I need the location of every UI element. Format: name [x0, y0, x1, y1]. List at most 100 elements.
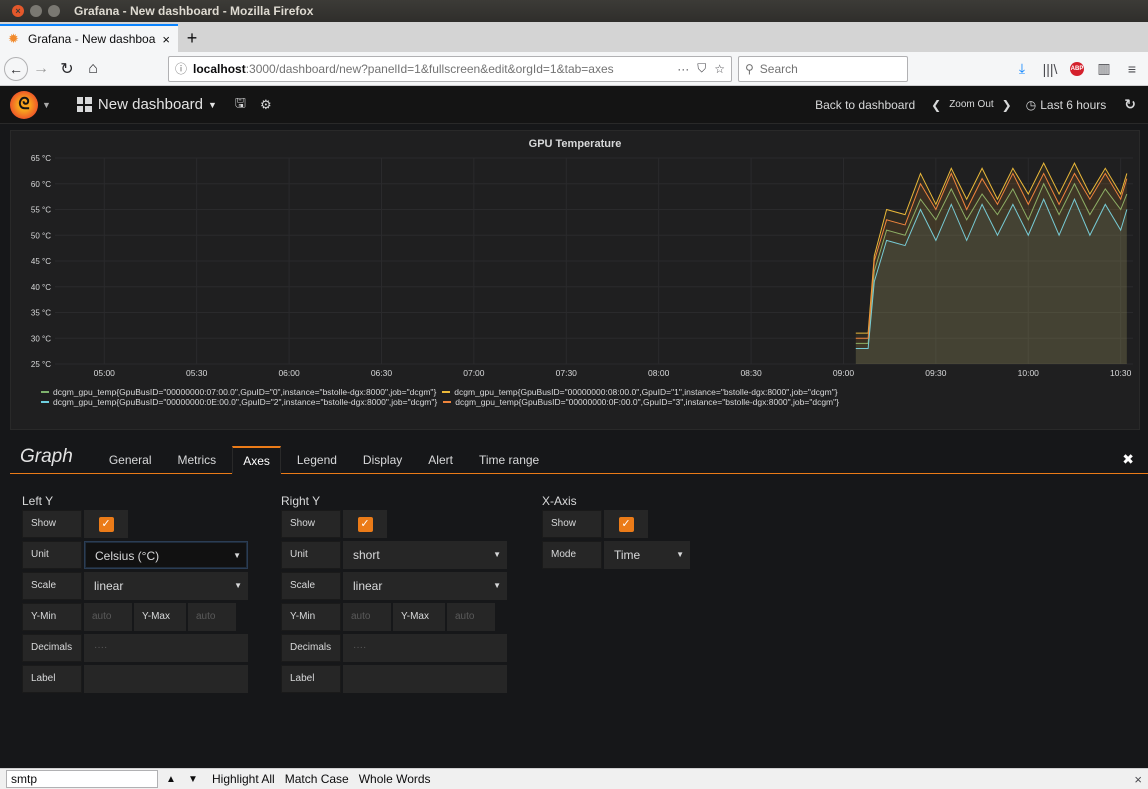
scale-value: linear [353, 579, 383, 593]
tab-axes[interactable]: Axes [232, 446, 281, 474]
browser-tab[interactable]: ✹ Grafana - New dashboar × [0, 24, 178, 52]
left-y-unit-select[interactable]: Celsius (°C) ▼ [84, 541, 248, 569]
grafana-nav-right: Back to dashboard ❮ Zoom Out ❯ ◷ Last 6 … [815, 96, 1148, 113]
x-axis-mode-select[interactable]: Time ▼ [604, 541, 690, 569]
x-tick-label: 08:00 [648, 368, 670, 378]
x-axis-show-row: Show ✓ [542, 510, 690, 538]
x-tick-label: 10:30 [1110, 368, 1132, 378]
close-icon[interactable]: ✖ [1122, 451, 1134, 468]
right-y-label-input[interactable] [343, 665, 507, 693]
right-y-max-input[interactable]: auto [447, 603, 495, 631]
gear-icon[interactable]: ⚙ [260, 97, 272, 113]
toolbar-icons: ⤓ |||\ ABP ▥ ≡ [1014, 60, 1148, 77]
tab-metrics[interactable]: Metrics [168, 447, 227, 473]
right-y-show-checkbox[interactable]: ✓ [343, 510, 387, 538]
pocket-icon[interactable]: ⛉ [697, 61, 706, 76]
right-y-scale-select[interactable]: linear ▼ [343, 572, 507, 600]
x-tick-label: 05:00 [94, 368, 116, 378]
search-input[interactable]: ⚲ Search [738, 55, 908, 82]
os-titlebar: × Grafana - New dashboard - Mozilla Fire… [0, 0, 1148, 22]
adblock-icon[interactable]: ABP [1070, 61, 1084, 76]
time-range-picker[interactable]: ◷ Last 6 hours [1026, 98, 1107, 112]
ymin-label: Y-Min [281, 603, 341, 631]
tab-legend[interactable]: Legend [287, 447, 347, 473]
editor-title: Graph [20, 446, 73, 467]
legend-label: dcgm_gpu_temp{GpuBusID="00000000:0F:00.0… [455, 397, 839, 407]
legend-item[interactable]: dcgm_gpu_temp{GpuBusID="00000000:07:00.0… [41, 387, 436, 397]
dashboard-picker[interactable]: New dashboard ▼ [76, 96, 217, 113]
show-label: Show [281, 510, 341, 538]
chevron-left-icon[interactable]: ❮ [931, 98, 941, 112]
mode-label: Mode [542, 541, 602, 569]
legend-item[interactable]: dcgm_gpu_temp{GpuBusID="00000000:0F:00.0… [443, 397, 839, 407]
reload-icon[interactable]: ↻ [54, 56, 80, 82]
find-input[interactable]: smtp [6, 770, 158, 788]
tab-alert[interactable]: Alert [418, 447, 463, 473]
tab-general[interactable]: General [99, 447, 162, 473]
left-y-label-input[interactable] [84, 665, 248, 693]
show-label: Show [22, 510, 82, 538]
right-y-decimals-row: Decimals ···· [281, 634, 507, 662]
panel-title[interactable]: GPU Temperature [11, 138, 1139, 150]
find-next-icon[interactable]: ▼ [184, 774, 202, 785]
refresh-icon[interactable]: ↻ [1124, 96, 1136, 113]
time-range-label: Last 6 hours [1040, 97, 1107, 112]
legend-item[interactable]: dcgm_gpu_temp{GpuBusID="00000000:08:00.0… [442, 387, 838, 397]
find-previous-icon[interactable]: ▲ [162, 774, 180, 785]
chevron-right-icon[interactable]: ❯ [1002, 98, 1012, 112]
tab-close-icon[interactable]: × [162, 32, 170, 47]
tab-time-range[interactable]: Time range [469, 447, 549, 473]
highlight-all-toggle[interactable]: Highlight All [212, 772, 275, 786]
right-y-min-input[interactable]: auto [343, 603, 391, 631]
x-tick-label: 06:00 [278, 368, 300, 378]
section-title: X-Axis [542, 494, 577, 508]
scale-label: Scale [281, 572, 341, 600]
grafana-logo-icon[interactable]: ᘓ [10, 90, 38, 119]
zoom-out-button[interactable]: Zoom Out [949, 99, 993, 110]
y-tick-label: 30 °C [31, 334, 51, 343]
caret-down-icon[interactable]: ▼ [42, 100, 51, 110]
forward-arrow-icon[interactable]: → [28, 56, 54, 82]
x-tick-label: 09:30 [925, 368, 947, 378]
left-y-decimals-input[interactable]: ···· [84, 634, 248, 662]
home-icon[interactable]: ⌂ [80, 56, 106, 82]
match-case-toggle[interactable]: Match Case [285, 772, 349, 786]
sidebar-icon[interactable]: ▥ [1096, 60, 1112, 77]
y-tick-label: 25 °C [31, 360, 51, 369]
legend-item[interactable]: dcgm_gpu_temp{GpuBusID="00000000:0E:00.0… [41, 397, 437, 407]
window-close-icon[interactable]: × [12, 5, 24, 17]
menu-icon[interactable]: ≡ [1124, 61, 1140, 77]
page-actions-icon[interactable]: ··· [677, 62, 689, 76]
window-minimize-icon[interactable] [30, 5, 42, 17]
left-y-show-checkbox[interactable]: ✓ [84, 510, 128, 538]
graph-canvas: 65 °C 60 °C 55 °C 50 °C 45 °C 40 °C 35 °C 30 °C… [31, 154, 1133, 378]
dashboard-grid-icon [76, 97, 92, 112]
left-y-show-row: Show ✓ [22, 510, 248, 538]
back-arrow-icon[interactable]: ← [4, 56, 28, 81]
whole-words-toggle[interactable]: Whole Words [359, 772, 431, 786]
download-icon[interactable]: ⤓ [1014, 60, 1030, 77]
back-to-dashboard-button[interactable]: Back to dashboard [815, 98, 915, 112]
save-icon[interactable]: 🖫 [235, 94, 246, 116]
unit-label: Unit [281, 541, 341, 569]
unit-value: short [353, 548, 380, 562]
right-y-unit-select[interactable]: short ▼ [343, 541, 507, 569]
caret-down-icon: ▼ [234, 581, 242, 590]
close-icon[interactable]: × [1134, 772, 1142, 787]
bookmark-star-icon[interactable]: ☆ [714, 62, 725, 76]
url-bar[interactable]: ⓘ localhost :3000/dashboard/new?panelId=… [168, 55, 732, 82]
section-title: Left Y [22, 494, 54, 508]
left-y-scale-select[interactable]: linear ▼ [84, 572, 248, 600]
browser-tab-label: Grafana - New dashboar [28, 32, 157, 46]
window-maximize-icon[interactable] [48, 5, 60, 17]
library-icon[interactable]: |||\ [1042, 61, 1058, 77]
right-y-decimals-input[interactable]: ···· [343, 634, 507, 662]
new-tab-button[interactable]: + [178, 24, 206, 52]
legend-swatch [442, 391, 451, 393]
left-y-min-input[interactable]: auto [84, 603, 132, 631]
left-y-max-input[interactable]: auto [188, 603, 236, 631]
right-y-unit-row: Unit short ▼ [281, 541, 507, 569]
tab-display[interactable]: Display [353, 447, 412, 473]
x-axis-show-checkbox[interactable]: ✓ [604, 510, 648, 538]
site-info-icon[interactable]: ⓘ [175, 60, 187, 77]
